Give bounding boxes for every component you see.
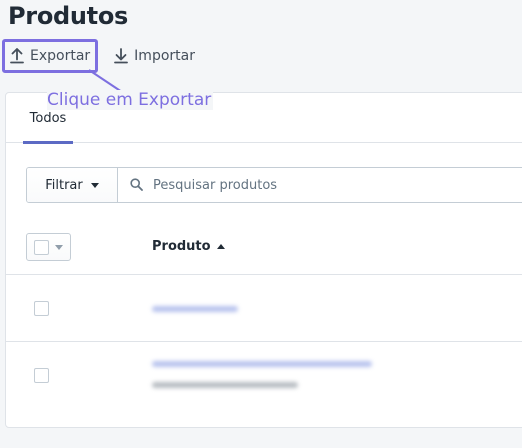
export-button[interactable]: Exportar <box>1 39 99 73</box>
filter-button[interactable]: Filtrar <box>27 168 118 202</box>
export-label: Exportar <box>30 48 91 64</box>
product-name-obscured[interactable] <box>152 306 238 312</box>
filter-bar: Filtrar <box>26 167 522 203</box>
page-title: Produtos <box>8 2 129 30</box>
products-card: Todos Filtrar Produto <box>5 92 522 428</box>
row-checkbox[interactable] <box>34 301 49 316</box>
search-icon <box>130 176 143 195</box>
chevron-down-icon <box>90 182 99 188</box>
table-row[interactable] <box>6 342 522 410</box>
filter-label: Filtrar <box>45 177 83 193</box>
table-header: Produto <box>6 219 522 275</box>
table-row[interactable] <box>6 275 522 342</box>
product-column-label: Produto <box>152 239 211 254</box>
import-label: Importar <box>134 48 195 64</box>
select-all-checkbox[interactable] <box>34 239 49 255</box>
product-column-header[interactable]: Produto <box>152 239 225 254</box>
upload-icon <box>10 48 24 64</box>
sort-ascending-icon <box>216 244 225 249</box>
search-input[interactable] <box>153 177 453 193</box>
row-checkbox[interactable] <box>34 368 49 383</box>
search-field <box>118 168 522 202</box>
callout-text: Clique em Exportar <box>47 90 214 110</box>
import-button[interactable]: Importar <box>108 41 201 71</box>
chevron-down-icon[interactable] <box>55 244 63 250</box>
product-name-obscured[interactable] <box>152 361 372 367</box>
product-subtitle-obscured <box>152 382 298 388</box>
page-actions: Exportar Importar <box>1 39 201 73</box>
bulk-select[interactable] <box>26 233 71 261</box>
download-icon <box>114 48 129 64</box>
